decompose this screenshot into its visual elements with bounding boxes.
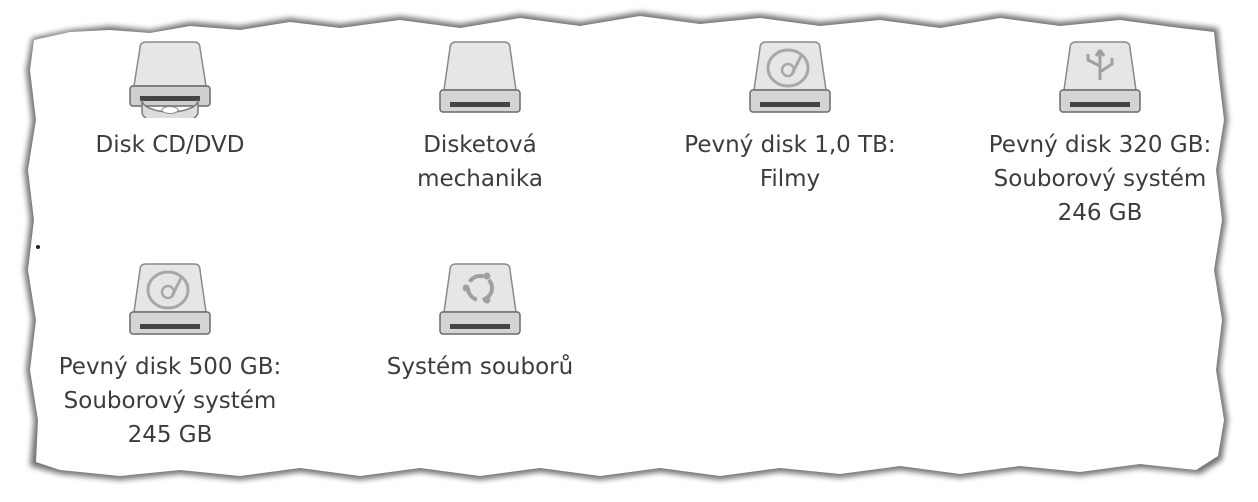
stray-dot: [36, 245, 40, 249]
drive-item-hdd-1tb[interactable]: Pevný disk 1,0 TB: Filmy: [665, 40, 915, 196]
drive-label: Disk CD/DVD: [95, 132, 245, 158]
drive-label: Disketová mechanika: [417, 132, 543, 192]
drive-item-usb-320gb[interactable]: Pevný disk 320 GB: Souborový systém 246 …: [975, 40, 1225, 230]
drive-label: Systém souborů: [386, 354, 574, 380]
drive-item-filesystem[interactable]: Systém souborů: [355, 262, 605, 384]
drive-item-floppy[interactable]: Disketová mechanika: [355, 40, 605, 196]
drive-label: Pevný disk 320 GB: Souborový systém 246 …: [988, 132, 1212, 226]
ubuntu-filesystem-icon: [439, 263, 521, 335]
drive-label: Pevný disk 1,0 TB: Filmy: [684, 132, 896, 192]
drive-label: Pevný disk 500 GB: Souborový systém 245 …: [58, 354, 282, 448]
usb-drive-icon: [1059, 41, 1141, 113]
hard-disk-icon: [749, 41, 831, 113]
floppy-drive-icon: [439, 41, 521, 113]
hard-disk-icon: [129, 263, 211, 335]
optical-drive-icon: [129, 41, 211, 118]
drive-item-cd-dvd[interactable]: Disk CD/DVD: [45, 40, 295, 162]
drive-item-hdd-500gb[interactable]: Pevný disk 500 GB: Souborový systém 245 …: [45, 262, 295, 452]
